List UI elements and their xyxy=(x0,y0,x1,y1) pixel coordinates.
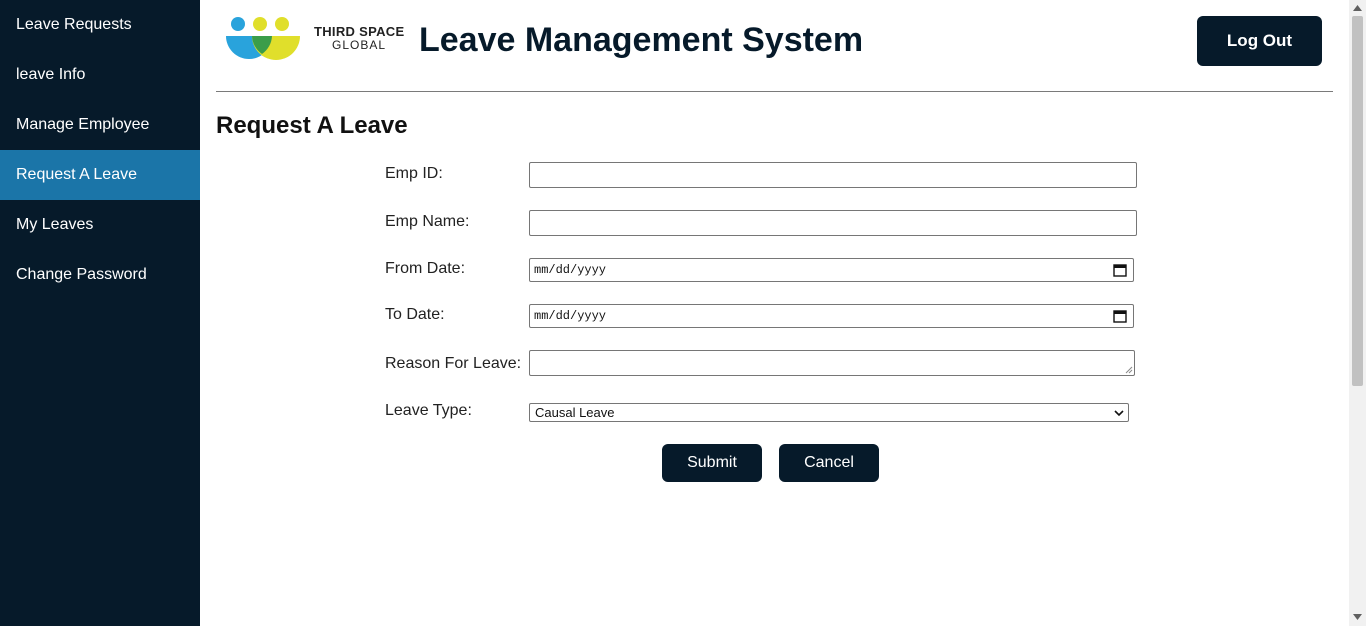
chevron-down-icon xyxy=(1114,410,1124,417)
sidebar-item-request-a-leave[interactable]: Request A Leave xyxy=(0,150,200,200)
sidebar-item-leave-info[interactable]: leave Info xyxy=(0,50,200,100)
emp-id-label: Emp ID: xyxy=(385,165,443,182)
sidebar-item-manage-employee[interactable]: Manage Employee xyxy=(0,100,200,150)
sidebar: Leave Requests leave Info Manage Employe… xyxy=(0,0,200,626)
company-logo: THIRD SPACE GLOBAL xyxy=(226,14,406,62)
main-content: THIRD SPACE GLOBAL Leave Management Syst… xyxy=(200,0,1349,626)
reason-label: Reason For Leave: xyxy=(385,355,522,372)
calendar-icon[interactable] xyxy=(1113,309,1127,323)
logo-text-line2: GLOBAL xyxy=(332,38,387,52)
submit-button[interactable]: Submit xyxy=(662,444,762,482)
scroll-down-arrow-icon[interactable] xyxy=(1353,614,1362,620)
scroll-up-arrow-icon[interactable] xyxy=(1353,5,1362,11)
leave-type-label: Leave Type: xyxy=(385,402,472,419)
cancel-button[interactable]: Cancel xyxy=(779,444,879,482)
leave-type-select[interactable]: Causal Leave xyxy=(529,403,1129,422)
app-title: Leave Management System xyxy=(419,21,864,59)
to-date-placeholder: mm/dd/yyyy xyxy=(534,309,607,323)
logo-text-line1: THIRD SPACE xyxy=(314,24,405,39)
emp-id-input[interactable] xyxy=(529,162,1137,188)
logo-mark-icon xyxy=(226,17,300,60)
calendar-icon[interactable] xyxy=(1113,263,1127,277)
vertical-scrollbar[interactable] xyxy=(1349,0,1366,626)
emp-name-input[interactable] xyxy=(529,210,1137,236)
logout-button[interactable]: Log Out xyxy=(1197,16,1322,66)
from-date-label: From Date: xyxy=(385,260,466,277)
leave-type-selected: Causal Leave xyxy=(535,405,615,420)
page-title: Request A Leave xyxy=(216,112,408,139)
scrollbar-thumb[interactable] xyxy=(1352,16,1363,386)
reason-textarea[interactable] xyxy=(529,350,1135,376)
emp-name-label: Emp Name: xyxy=(385,213,470,230)
to-date-label: To Date: xyxy=(385,306,445,323)
to-date-input[interactable]: mm/dd/yyyy xyxy=(529,304,1134,328)
header-divider xyxy=(216,91,1333,92)
sidebar-item-leave-requests[interactable]: Leave Requests xyxy=(0,0,200,50)
sidebar-item-change-password[interactable]: Change Password xyxy=(0,250,200,300)
from-date-input[interactable]: mm/dd/yyyy xyxy=(529,258,1134,282)
from-date-placeholder: mm/dd/yyyy xyxy=(534,263,607,277)
resize-grip-icon[interactable] xyxy=(1125,366,1133,374)
sidebar-item-my-leaves[interactable]: My Leaves xyxy=(0,200,200,250)
